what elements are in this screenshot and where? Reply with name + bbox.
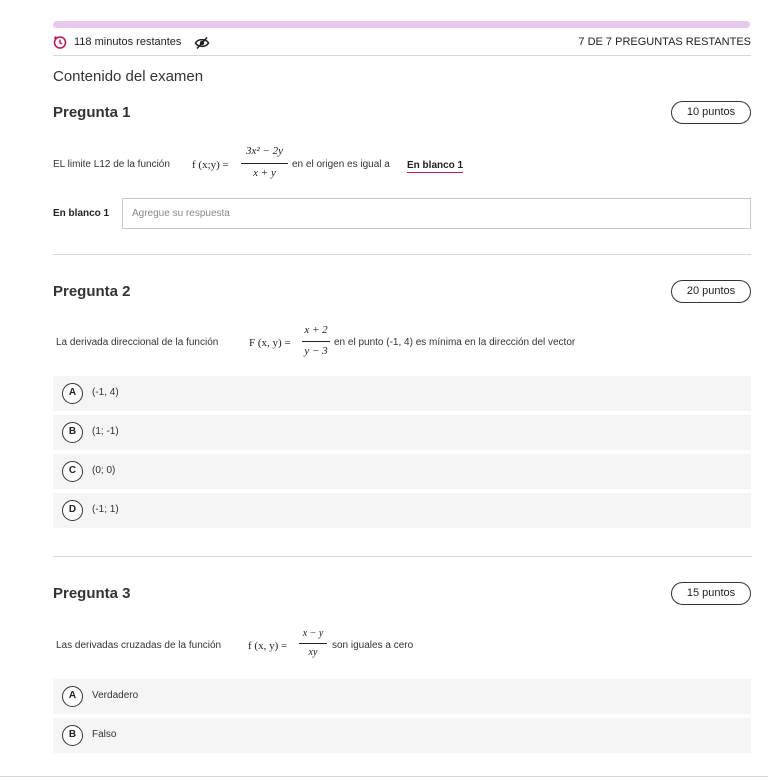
question-1-text: EL limite L12 de la función (53, 159, 170, 170)
question-2-title: Pregunta 2 (53, 283, 131, 300)
header-divider (53, 55, 751, 56)
blank-1-link[interactable]: En blanco 1 (407, 159, 464, 173)
option-text: Falso (92, 729, 117, 740)
option-text: (-1; 1) (92, 504, 119, 515)
option-text: (-1, 4) (92, 387, 119, 398)
option-b[interactable]: B (1; -1) (53, 415, 751, 450)
option-c[interactable]: C (0; 0) (53, 454, 751, 489)
blank-1-answer-input[interactable] (122, 198, 751, 229)
eye-slash-icon[interactable] (194, 36, 210, 50)
timer-icon (53, 36, 67, 49)
timer-text: 118 minutos restantes (74, 36, 182, 48)
option-letter: A (62, 686, 83, 707)
question-2-text: La derivada direccional de la función (56, 337, 219, 348)
question-3-fraction: x − y xy (299, 628, 327, 666)
option-d[interactable]: D (-1; 1) (53, 493, 751, 528)
question-divider (53, 254, 751, 255)
progress-bar (53, 21, 750, 28)
bottom-divider (0, 776, 768, 777)
fraction-line (241, 163, 288, 164)
question-1-function-lhs: f (x;y) = (192, 159, 229, 171)
question-1-numerator: 3x² − 2y (246, 145, 283, 157)
question-2-points: 20 puntos (671, 280, 751, 303)
option-text: (0; 0) (92, 465, 116, 476)
option-letter: C (62, 461, 83, 482)
fraction-line (299, 643, 327, 644)
question-3-numerator: x − y (302, 628, 324, 639)
question-1-denominator: x + y (253, 167, 276, 179)
option-verdadero[interactable]: A Verdadero (53, 679, 751, 714)
question-3-points: 15 puntos (671, 582, 751, 605)
question-3-denominator: xy (308, 647, 318, 658)
question-2-text-after: en el punto (-1, 4) es mínima en la dire… (334, 337, 576, 348)
question-3-text-after: son iguales a cero (332, 640, 414, 651)
timer-row: 118 minutos restantes 7 DE 7 PREGUNTAS R… (53, 34, 751, 54)
option-falso[interactable]: B Falso (53, 718, 751, 753)
option-a[interactable]: A (-1, 4) (53, 376, 751, 411)
option-letter: B (62, 725, 83, 746)
option-letter: D (62, 500, 83, 521)
question-3-function-lhs: f (x, y) = (248, 640, 288, 652)
question-2-function-lhs: F (x, y) = (249, 337, 291, 349)
question-1-points: 10 puntos (671, 101, 751, 124)
question-2-numerator: x + 2 (304, 324, 328, 336)
question-3-title: Pregunta 3 (53, 585, 131, 602)
question-2-denominator: y − 3 (304, 345, 328, 357)
blank-1-label: En blanco 1 (53, 208, 110, 219)
option-text: Verdadero (92, 690, 139, 701)
option-text: (1; -1) (92, 426, 119, 437)
option-letter: B (62, 422, 83, 443)
fraction-line (302, 341, 330, 342)
question-divider (53, 556, 751, 557)
question-1-fraction: 3x² − 2y x + y (241, 145, 288, 183)
question-3-text: Las derivadas cruzadas de la función (56, 640, 222, 651)
option-letter: A (62, 383, 83, 404)
questions-remaining: 7 DE 7 PREGUNTAS RESTANTES (578, 36, 751, 48)
question-1-title: Pregunta 1 (53, 104, 131, 121)
section-title: Contenido del examen (53, 68, 204, 85)
question-2-fraction: x + 2 y − 3 (302, 324, 330, 362)
question-1-text-after: en el origen es igual a (292, 159, 390, 170)
